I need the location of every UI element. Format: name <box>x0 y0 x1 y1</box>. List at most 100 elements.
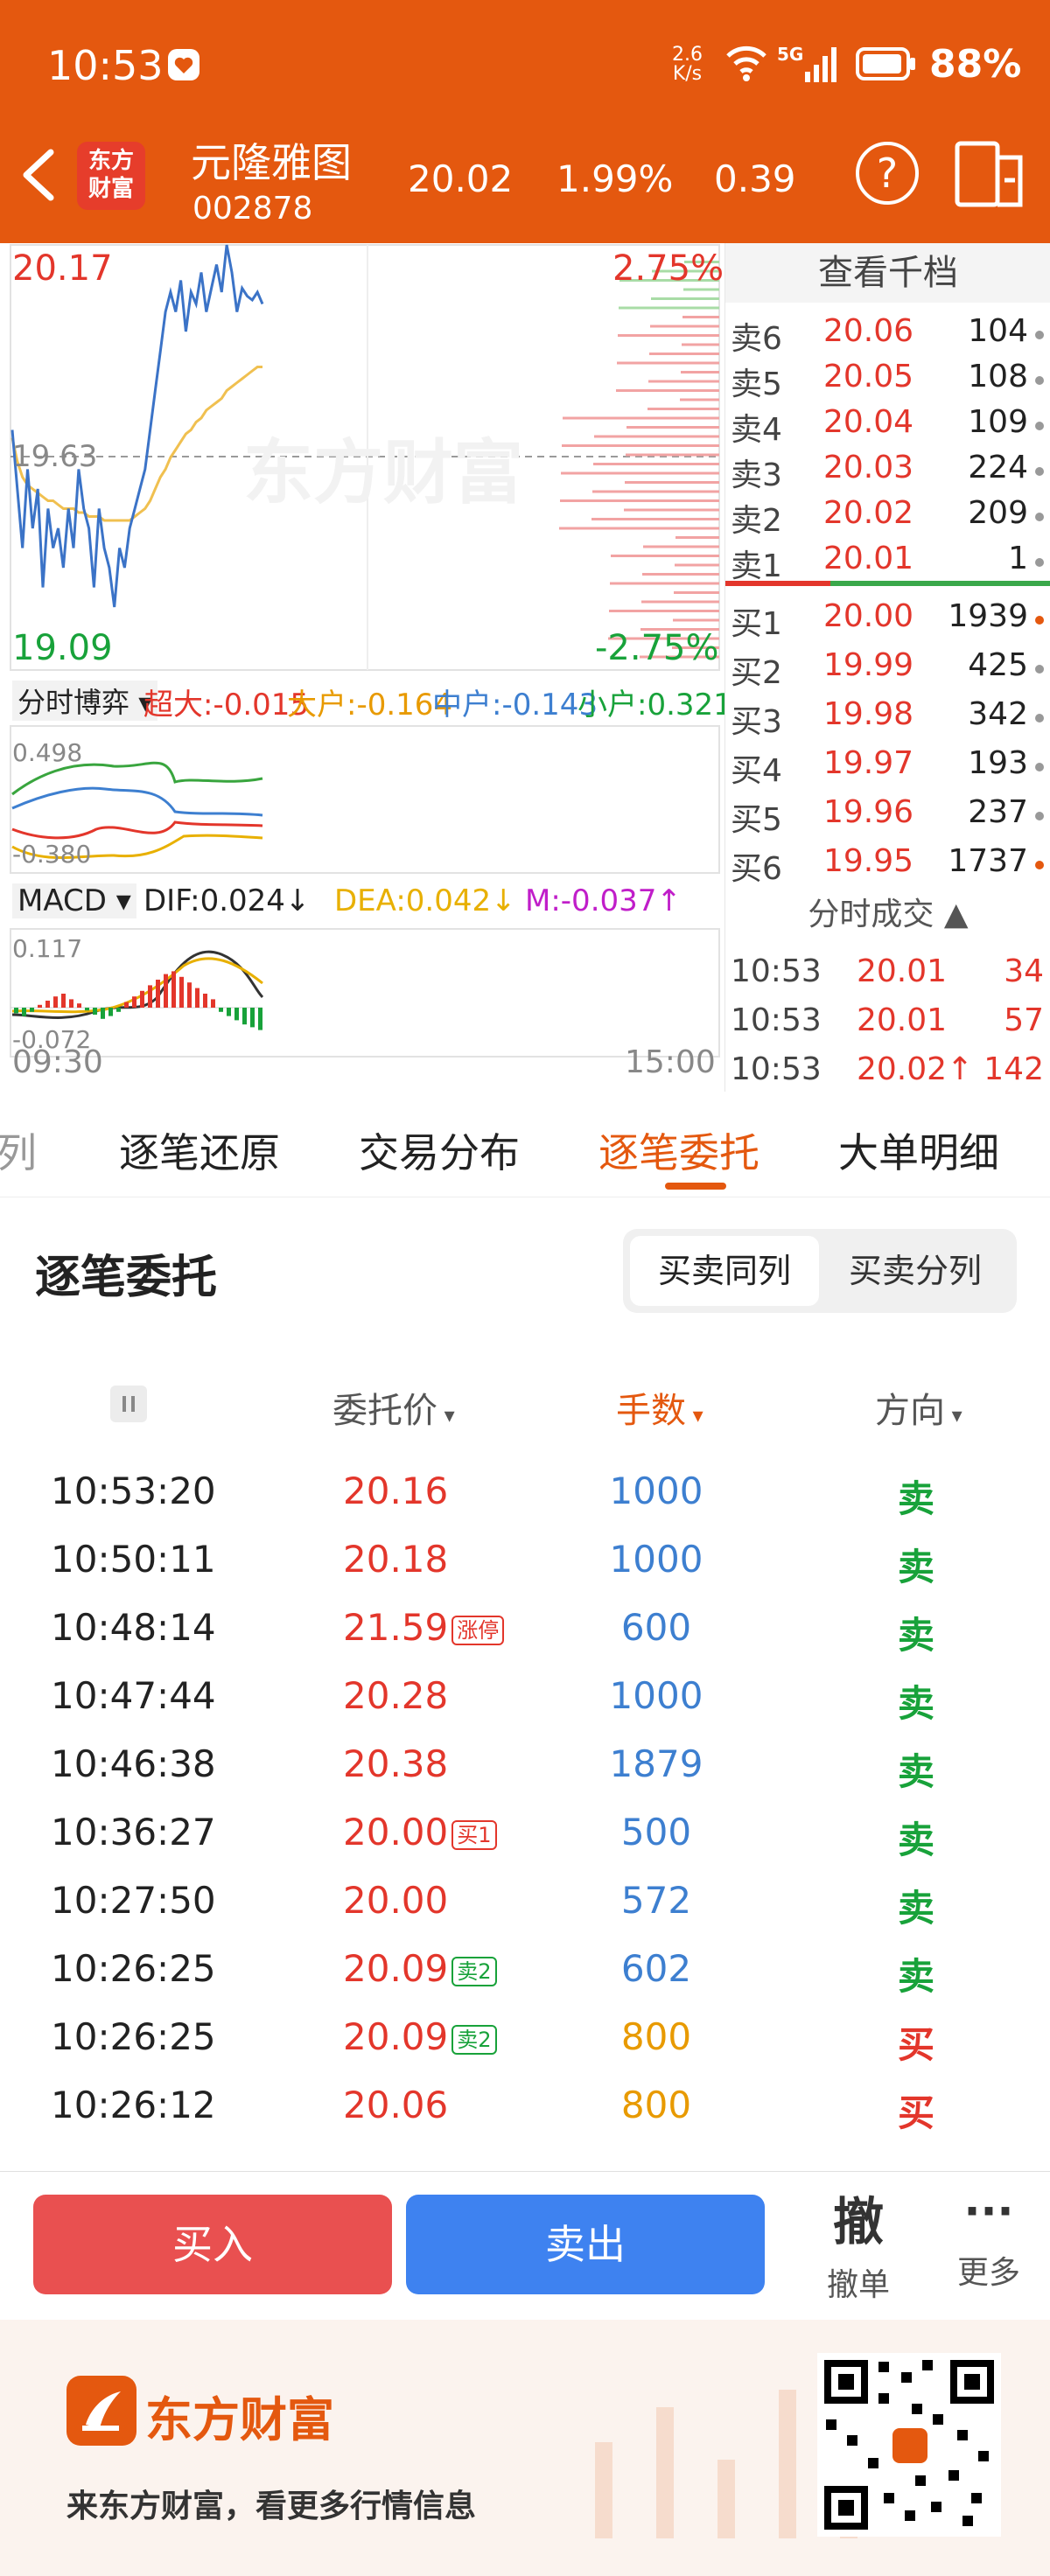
depth-bar <box>616 389 719 392</box>
bid-row[interactable]: 买4 19.97 193 <box>725 740 1050 789</box>
pause-icon[interactable] <box>110 1386 147 1422</box>
entrust-row[interactable]: 10:26:25 20.09 卖2 602 卖 <box>0 1933 1050 2001</box>
tab-partial[interactable]: 列 <box>0 1121 37 1179</box>
tab-big-orders[interactable]: 大单明细 <box>838 1121 999 1179</box>
entrust-time: 10:36:27 <box>51 1811 216 1853</box>
buy-button[interactable]: 买入 <box>33 2195 392 2294</box>
entrust-row[interactable]: 10:36:27 20.00 买1 500 卖 <box>0 1797 1050 1865</box>
ask-volume: 224 <box>968 450 1028 485</box>
bid-row[interactable]: 买2 19.99 425 <box>725 642 1050 691</box>
bid-row[interactable]: 买6 19.95 1737 <box>725 838 1050 887</box>
intraday-chart-area[interactable]: 东方财富 20.17 19.09 19.63 2.75% -2.75% 分时博弈… <box>0 243 732 1092</box>
bid-row[interactable]: 买1 20.00 1939 <box>725 593 1050 642</box>
depth-bar <box>592 490 719 493</box>
qr-code <box>817 2353 1001 2537</box>
tick-header[interactable]: 分时成交 ▲ <box>725 889 1050 941</box>
promo-footer[interactable]: 东方财富 来东方财富，看更多行情信息 <box>0 2320 1050 2576</box>
macd-selector[interactable]: MACD ▾ <box>12 883 136 918</box>
entrust-direction: 卖 <box>898 1614 935 1657</box>
entrust-time: 10:26:12 <box>51 2084 216 2126</box>
ask-row[interactable]: 卖6 20.06 104 <box>725 308 1050 357</box>
entrust-row[interactable]: 10:27:50 20.00 572 卖 <box>0 1865 1050 1933</box>
ask-volume: 209 <box>968 495 1028 531</box>
entrust-row[interactable]: 10:46:38 20.38 1879 卖 <box>0 1728 1050 1797</box>
bid-dot-icon <box>1035 616 1044 625</box>
entrust-row[interactable]: 10:47:44 20.28 1000 卖 <box>0 1660 1050 1728</box>
boyi-selector-label: 分时博弈 <box>18 686 130 719</box>
ask-volume: 108 <box>968 359 1028 394</box>
heart-notification-icon <box>168 49 200 80</box>
tab-tick-restore[interactable]: 逐笔还原 <box>119 1121 280 1179</box>
bid-row[interactable]: 买3 19.98 342 <box>725 691 1050 740</box>
macd-bar <box>148 985 152 1008</box>
boyi-axis-top: 0.498 <box>12 738 83 767</box>
entrust-direction: 卖 <box>898 1819 935 1861</box>
bid-label: 买4 <box>731 753 782 789</box>
depth-bar <box>682 343 719 346</box>
ask-label: 卖1 <box>731 548 782 584</box>
boyi-selector[interactable]: 分时博弈 ▾ <box>12 681 158 721</box>
entrust-row[interactable]: 10:50:11 20.18 1000 卖 <box>0 1524 1050 1592</box>
entrust-row[interactable]: 10:26:25 20.09 卖2 800 买 <box>0 2001 1050 2070</box>
mode-same-column-button[interactable]: 买卖同列 <box>630 1236 819 1306</box>
book-title: 查看千档 <box>818 253 958 293</box>
back-icon[interactable] <box>19 149 58 205</box>
ask-row[interactable]: 卖1 20.01 1 <box>725 535 1050 584</box>
entrust-row[interactable]: 10:48:14 21.59 涨停 600 卖 <box>0 1592 1050 1660</box>
entrust-row[interactable]: 10:53:20 20.16 1000 卖 <box>0 1456 1050 1524</box>
ask-row[interactable]: 卖3 20.03 224 <box>725 444 1050 493</box>
view-thousand-levels-button[interactable]: 查看千档 <box>725 243 1050 303</box>
boyi-big: 大户:-0.164 <box>287 681 452 723</box>
bid-row[interactable]: 买5 19.96 237 <box>725 789 1050 838</box>
tab-tick-entrust[interactable]: 逐笔委托 <box>598 1121 760 1179</box>
depth-bar <box>675 563 719 567</box>
macd-bar <box>77 1003 81 1008</box>
entrust-row[interactable]: 10:26:12 20.06 800 买 <box>0 2070 1050 2138</box>
col-price-header[interactable]: 委托价 ▾ <box>332 1382 455 1433</box>
ask-price: 20.04 <box>823 404 914 440</box>
col-price-label: 委托价 <box>332 1391 438 1431</box>
ask-row[interactable]: 卖5 20.05 108 <box>725 353 1050 402</box>
mode-split-column-button[interactable]: 买卖分列 <box>821 1236 1010 1306</box>
macd-selector-label: MACD <box>18 883 107 918</box>
ask-row[interactable]: 卖4 20.04 109 <box>725 399 1050 448</box>
tick-price: 20.02↑ <box>857 1051 974 1087</box>
caret-down-icon: ▾ <box>945 1403 962 1428</box>
col-direction-header[interactable]: 方向 ▾ <box>875 1382 962 1433</box>
entrust-price: 20.28 <box>343 1674 449 1717</box>
entrust-price-cell: 20.09 卖2 <box>343 2015 497 2058</box>
macd-dif: DIF:0.024↓ <box>144 883 310 918</box>
ask-volume: 109 <box>968 404 1028 440</box>
entrust-direction: 卖 <box>898 1682 935 1725</box>
entrust-volume: 1000 <box>609 1538 704 1581</box>
chart-low-price: 19.09 <box>12 628 113 668</box>
depth-bar <box>559 527 719 530</box>
col-volume-header[interactable]: 手数 ▾ <box>616 1382 704 1433</box>
tab-trade-distribution[interactable]: 交易分布 <box>359 1121 520 1179</box>
macd-m-arrow: ↑ <box>656 883 682 918</box>
ask-row[interactable]: 卖2 20.02 209 <box>725 490 1050 539</box>
ask-volume: 1 <box>1008 541 1028 576</box>
macd-bar <box>164 974 168 1008</box>
status-time: 10:53 <box>47 42 164 89</box>
more-button[interactable]: ··· 更多 <box>945 2181 1032 2293</box>
layout-switch-icon[interactable] <box>954 140 1026 212</box>
cancel-order-button[interactable]: 撤 撤单 <box>819 2181 898 2305</box>
entrust-direction: 卖 <box>898 1887 935 1930</box>
price-tag-badge: 买1 <box>452 1819 497 1850</box>
top-header: 10:53 2.6 K/s 5G 88% 东方 财富 元隆雅图 002878 2… <box>0 0 1050 243</box>
depth-bar <box>594 435 719 438</box>
entrust-price-cell: 20.18 <box>343 1538 448 1581</box>
chart-high-pct: 2.75% <box>612 248 724 289</box>
bottom-action-bar: 买入 卖出 撤 撤单 ··· 更多 <box>0 2171 1050 2321</box>
ask-dot-icon <box>1035 422 1044 430</box>
help-icon[interactable]: ? <box>856 142 919 205</box>
macd-bar <box>61 994 66 1008</box>
entrust-price-cell: 20.00 <box>343 1879 448 1922</box>
macd-bar <box>242 1008 247 1025</box>
sell-button[interactable]: 卖出 <box>406 2195 765 2294</box>
macd-dea-arrow: ↓ <box>491 883 516 918</box>
macd-bar <box>101 1008 105 1019</box>
macd-bar <box>22 1008 26 1016</box>
bid-label: 买3 <box>731 704 782 740</box>
